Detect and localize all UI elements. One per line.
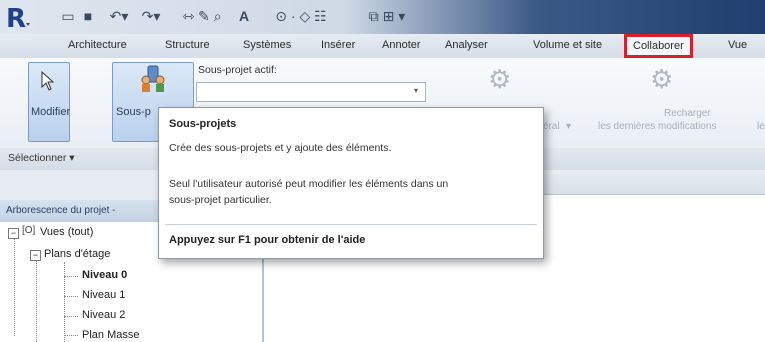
tab-vue[interactable]: Vue [728, 36, 747, 55]
tab-architecture[interactable]: Architecture [68, 36, 127, 55]
tooltip-help-hint: Appuyez sur F1 pour obtenir de l'aide [169, 234, 366, 246]
reload-label-tail: le [757, 121, 765, 132]
reload-icon: ⚙ [650, 64, 674, 94]
tree-line [36, 258, 37, 342]
sync-icon: ⚙ [488, 64, 512, 94]
tooltip-note-line-2: sous-projet particulier. [169, 194, 272, 206]
worksets-label: Sous-p [116, 106, 151, 118]
open-icon[interactable]: ▭ [60, 8, 76, 24]
text-icon[interactable]: A [236, 8, 252, 24]
tree-line [64, 276, 78, 277]
tooltip-divider [165, 224, 537, 225]
tab-structure[interactable]: Structure [165, 36, 210, 55]
revit-logo-icon[interactable]: R [4, 3, 32, 34]
collapse-toggle[interactable]: − [30, 250, 41, 261]
worksets-tooltip: Sous-projets Crée des sous-projets et y … [158, 107, 544, 259]
tree-item-plans[interactable]: Plans d'étage [44, 248, 110, 260]
tree-item-niveau-1[interactable]: Niveau 1 [82, 289, 125, 301]
tab-volume-et-site[interactable]: Volume et site [533, 36, 602, 55]
measure-icon[interactable]: ⇿ ✎ ⌕ [172, 8, 232, 24]
tab-analyser[interactable]: Analyser [445, 36, 488, 55]
redo-icon[interactable]: ↷▾ [136, 8, 166, 24]
tooltip-description: Crée des sous-projets et y ajoute des él… [169, 142, 392, 154]
tree-item-niveau-0[interactable]: Niveau 0 [82, 269, 127, 281]
project-browser-title: Arborescence du projet - [6, 205, 116, 216]
tree-line [64, 296, 78, 297]
tree-line [64, 262, 65, 342]
tree-line [14, 236, 15, 336]
tree-item-vues[interactable]: Vues (tout) [40, 226, 93, 238]
sync-caret: ▾ [566, 121, 572, 132]
tab-inserer[interactable]: Insérer [321, 36, 355, 55]
chevron-down-icon: ▾ [414, 86, 419, 95]
save-icon[interactable]: ■ [80, 8, 96, 24]
pointer-icon [39, 70, 59, 95]
tooltip-title: Sous-projets [169, 118, 237, 130]
modify-label: Modifier [31, 106, 71, 118]
reload-label-1: Recharger [664, 108, 711, 119]
select-panel-label[interactable]: Sélectionner ▾ [8, 152, 75, 164]
undo-icon[interactable]: ↶▾ [104, 8, 134, 24]
svg-text:R: R [6, 4, 26, 33]
worksets-icon [138, 64, 168, 97]
tooltip-note-line-1: Seul l'utilisateur autorisé peut modifie… [169, 178, 449, 190]
tab-collaborer[interactable]: Collaborer [624, 34, 693, 58]
collapse-toggle[interactable]: − [8, 228, 19, 239]
window-tools-icon[interactable]: ⧉ ⊞ ▾ [352, 8, 422, 24]
tree-item-niveau-2[interactable]: Niveau 2 [82, 309, 125, 321]
tree-item-plan-masse[interactable]: Plan Masse [82, 329, 139, 341]
tab-systemes[interactable]: Systèmes [243, 36, 291, 55]
tree-line [64, 316, 78, 317]
active-workset-dropdown[interactable] [196, 82, 426, 102]
view-tools-icon[interactable]: ⊙ · ◇ ☷ [256, 8, 346, 24]
views-icon: [O] [22, 225, 36, 236]
active-workset-label: Sous-projet actif: [198, 64, 277, 76]
tree-line [64, 335, 78, 336]
reload-label-2: les dernières modifications [598, 121, 717, 132]
sync-label: éral [543, 121, 560, 132]
tab-annoter[interactable]: Annoter [382, 36, 421, 55]
